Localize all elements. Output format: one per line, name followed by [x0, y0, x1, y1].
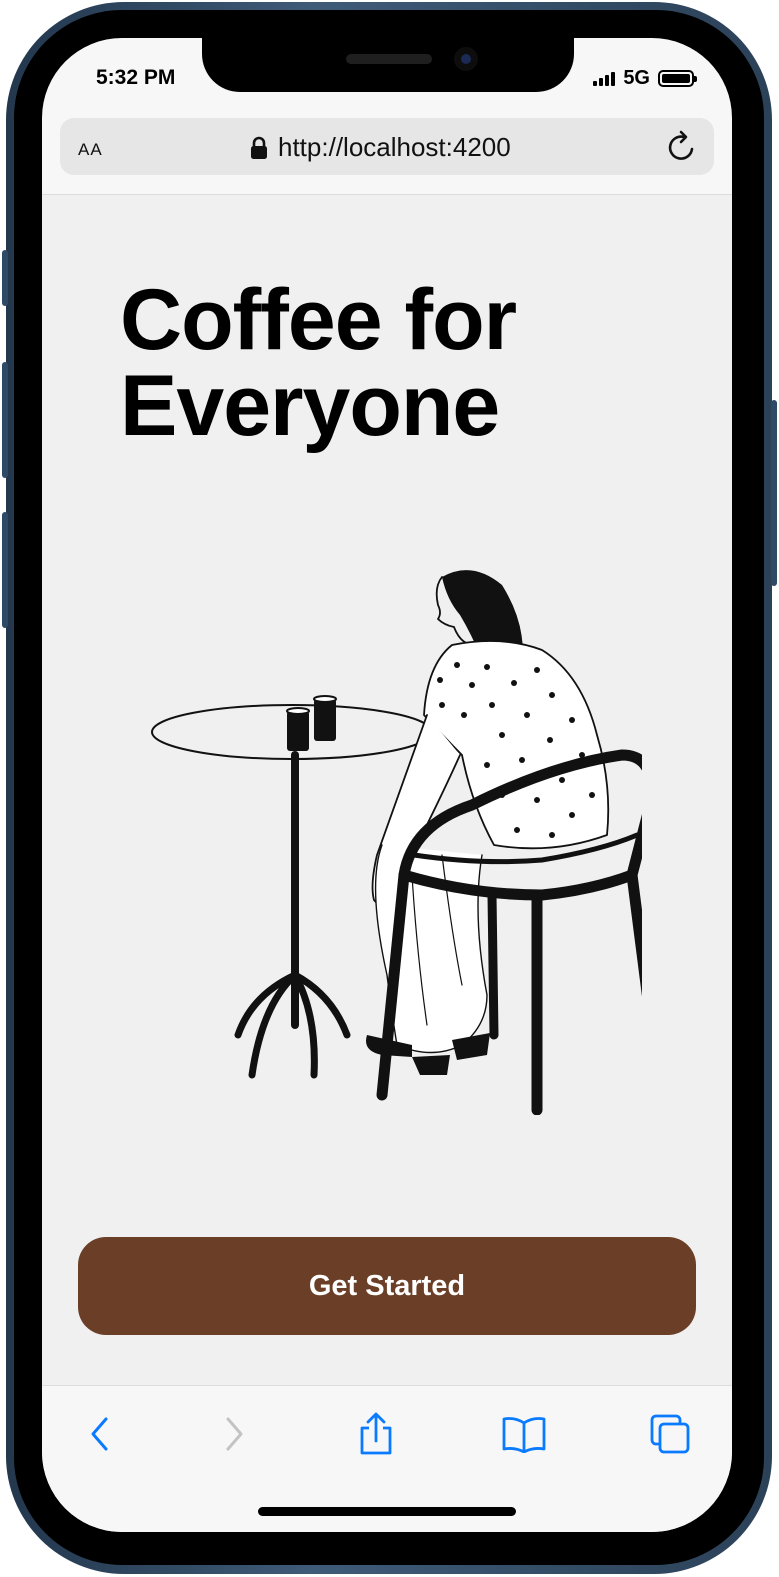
woman-at-cafe-table-illustration [151, 570, 642, 1115]
reload-icon[interactable] [666, 130, 700, 164]
tabs-icon [650, 1414, 690, 1454]
status-indicators: 5G [593, 67, 697, 90]
hero-title: Coffee for Everyone [120, 277, 517, 449]
url-display[interactable]: http://localhost:4200 [250, 132, 511, 163]
battery-icon [658, 70, 697, 87]
forward-button[interactable] [210, 1410, 258, 1458]
hero-title-line-2: Everyone [120, 358, 500, 454]
share-icon [360, 1412, 392, 1455]
back-icon [91, 1417, 108, 1451]
url-text: http://localhost:4200 [278, 132, 511, 162]
back-button[interactable] [76, 1410, 124, 1458]
address-bar[interactable]: AA http://localhost:4200 [60, 118, 714, 175]
share-button[interactable] [352, 1410, 400, 1458]
home-indicator[interactable] [258, 1507, 516, 1516]
cellular-signal-icon [593, 71, 616, 86]
hero-title-line-1: Coffee for [120, 272, 517, 368]
forward-icon [226, 1417, 243, 1451]
web-content: Coffee for Everyone Get Started [42, 195, 732, 1385]
volume-down-button [2, 512, 8, 628]
get-started-button[interactable]: Get Started [78, 1237, 696, 1335]
speaker-grille [346, 54, 432, 64]
text-size-button[interactable]: AA [78, 134, 103, 162]
bookmarks-icon [502, 1417, 546, 1453]
power-button [771, 400, 777, 586]
mute-switch [2, 250, 8, 306]
network-type: 5G [623, 67, 650, 89]
status-time: 5:32 PM [96, 66, 176, 89]
volume-up-button [2, 362, 8, 478]
phone-screen: 5:32 PM 5G AA http://localhost:4200 Coff… [42, 38, 732, 1532]
text-size-label: AA [78, 140, 103, 159]
front-camera [454, 47, 478, 71]
notch [202, 38, 574, 92]
lock-icon [251, 136, 267, 159]
bookmarks-button[interactable] [500, 1410, 548, 1458]
tabs-button[interactable] [646, 1410, 694, 1458]
